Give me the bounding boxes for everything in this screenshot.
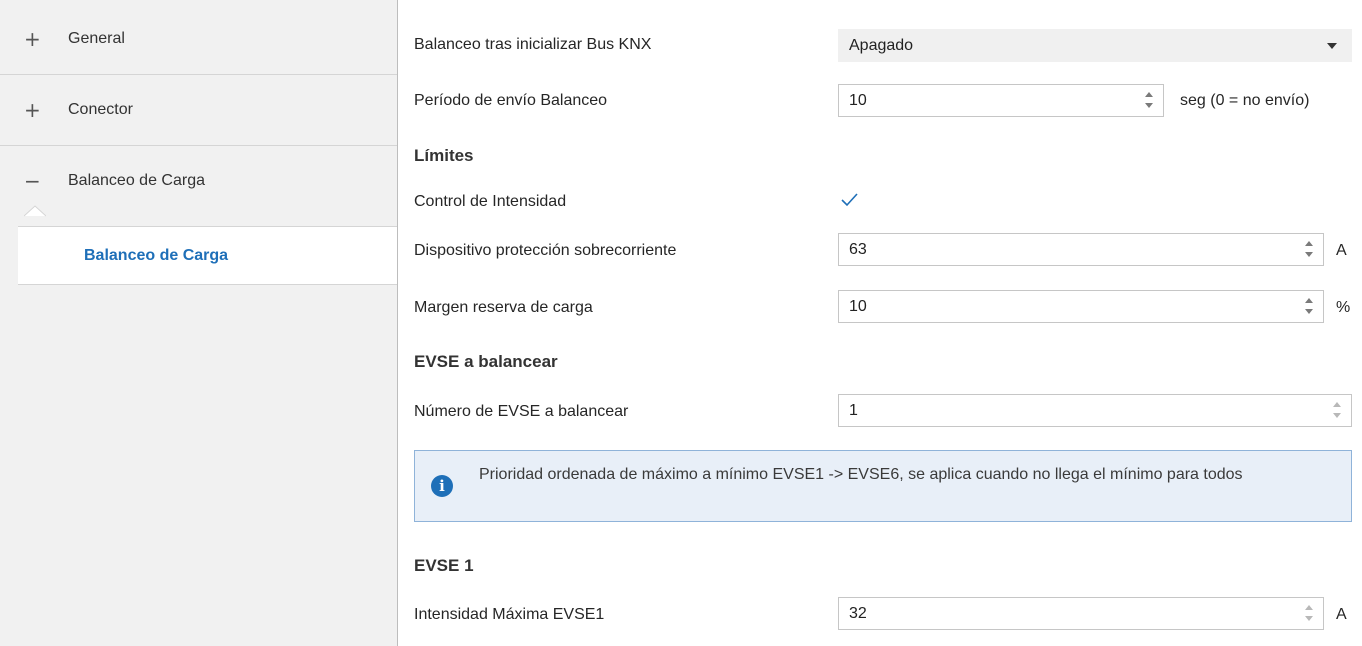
evse1-max-spinner-icon[interactable] [1305,603,1315,624]
overcurrent-input[interactable]: 63 [838,233,1324,266]
evse1-section-title: EVSE 1 [414,556,474,575]
reserve-value: 10 [849,298,867,315]
overcurrent-value: 63 [849,241,867,258]
sidebar-subitem-label: Balanceo de Carga [84,247,229,264]
evse1-max-unit: A [1336,606,1347,623]
evse-count-value: 1 [849,402,858,419]
bus-init-label: Balanceo tras inicializar Bus KNX [414,36,652,53]
reserve-unit: % [1336,299,1351,316]
period-unit: seg (0 = no envío) [1180,92,1310,109]
evse1-max-input[interactable]: 32 [838,597,1324,630]
info-message: i Prioridad ordenada de máximo a mínimo … [414,450,1352,522]
period-label: Período de envío Balanceo [414,92,608,109]
sidebar-item-label: Conector [68,101,133,118]
evse-count-spinner-icon[interactable] [1333,400,1343,421]
bus-init-value: Apagado [849,37,914,54]
limits-section-title: Límites [414,146,474,165]
evse1-max-value: 32 [849,605,867,622]
chevron-down-icon [1327,43,1337,49]
period-value: 10 [849,92,867,109]
sidebar-subitem-balanceo-de-carga[interactable]: Balanceo de Carga [18,226,397,285]
current-control-checkbox[interactable] [838,188,862,212]
sidebar-item-general[interactable]: + General [0,4,397,75]
evse-count-input[interactable]: 1 [838,394,1352,427]
current-control-label: Control de Intensidad [414,193,567,210]
expand-icon: + [24,98,41,122]
tree-caret-icon [24,205,46,217]
bus-init-dropdown[interactable]: Apagado [838,29,1352,62]
overcurrent-unit: A [1336,242,1347,259]
info-icon: i [431,475,453,497]
period-spinner-icon[interactable] [1145,90,1155,111]
info-text: Prioridad ordenada de máximo a mínimo EV… [479,466,1243,483]
reserve-input[interactable]: 10 [838,290,1324,323]
period-input[interactable]: 10 [838,84,1164,117]
evse-section-title: EVSE a balancear [414,352,558,371]
sidebar-item-label: General [68,30,125,47]
reserve-spinner-icon[interactable] [1305,296,1315,317]
evse1-max-label: Intensidad Máxima EVSE1 [414,606,605,623]
sidebar-item-balanceo-de-carga[interactable]: − Balanceo de Carga [0,146,397,216]
sidebar-item-conector[interactable]: + Conector [0,75,397,146]
overcurrent-spinner-icon[interactable] [1305,239,1315,260]
reserve-label: Margen reserva de carga [414,299,593,316]
overcurrent-label: Dispositivo protección sobrecorriente [414,242,677,259]
expand-icon: + [24,27,41,51]
parameters-panel: Balanceo tras inicializar Bus KNX Apagad… [398,0,1362,646]
sidebar-item-label: Balanceo de Carga [68,172,205,189]
sidebar: + General + Conector − Balanceo de Carga… [0,0,398,646]
evse-count-label: Número de EVSE a balancear [414,403,629,420]
